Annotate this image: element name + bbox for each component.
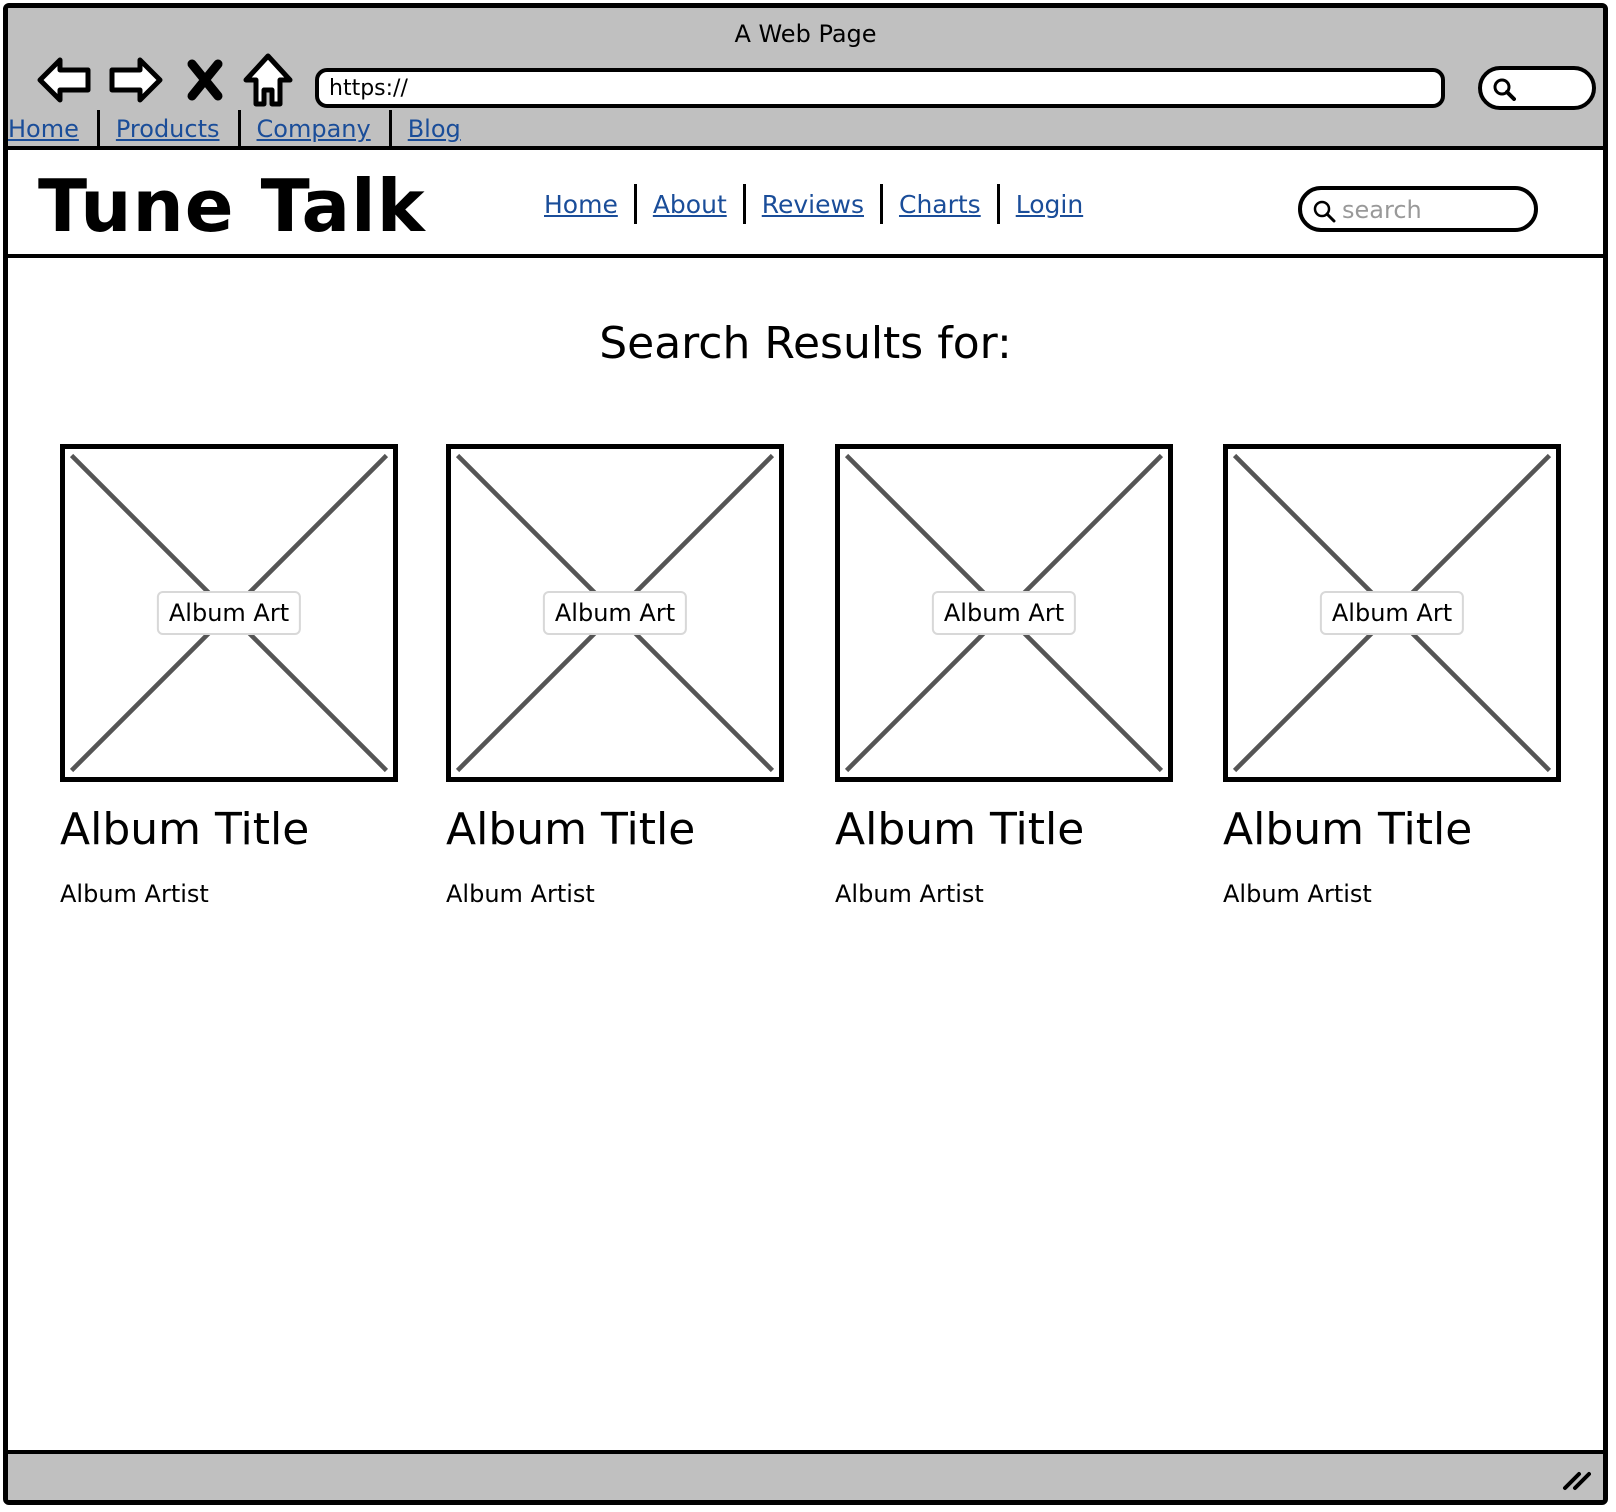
window-title: A Web Page (734, 20, 877, 48)
nav-about[interactable]: About (653, 190, 727, 219)
results-heading: Search Results for: (599, 318, 1012, 369)
browser-search-box[interactable] (1478, 66, 1596, 110)
site-logo[interactable]: Tune Talk (38, 166, 426, 246)
separator (388, 110, 392, 148)
album-artist: Album Artist (60, 880, 209, 908)
browser-chrome: A Web Page Home Products Company Blog (8, 8, 1603, 150)
album-card[interactable]: Album Art Album Title Album Artist (446, 444, 786, 908)
search-icon (1492, 77, 1516, 101)
nav-reviews[interactable]: Reviews (762, 190, 864, 219)
separator (996, 184, 1000, 224)
url-input[interactable] (315, 68, 1445, 108)
browser-window: A Web Page Home Products Company Blog (3, 3, 1608, 1505)
status-bar (8, 1450, 1603, 1500)
site-search-input[interactable] (1340, 194, 1524, 226)
search-icon (1312, 199, 1336, 223)
album-art-label: Album Art (931, 591, 1077, 635)
site-nav: Home About Reviews Charts Login (544, 182, 1083, 226)
site-header: Tune Talk Home About Reviews Charts Logi… (8, 150, 1603, 258)
browser-bookmarks: Home Products Company Blog (8, 110, 461, 148)
bookmark-company[interactable]: Company (257, 115, 371, 143)
album-title[interactable]: Album Title (60, 804, 400, 856)
album-art-label: Album Art (542, 591, 688, 635)
album-artist: Album Artist (446, 880, 595, 908)
back-arrow-icon[interactable] (34, 50, 94, 110)
bookmark-blog[interactable]: Blog (408, 115, 461, 143)
separator (879, 184, 883, 224)
home-icon[interactable] (238, 50, 298, 110)
album-artist: Album Artist (835, 880, 984, 908)
album-art-placeholder[interactable]: Album Art (835, 444, 1173, 782)
bookmark-home[interactable]: Home (8, 115, 79, 143)
album-title[interactable]: Album Title (1223, 804, 1563, 856)
nav-charts[interactable]: Charts (899, 190, 981, 219)
album-art-label: Album Art (156, 591, 302, 635)
album-card[interactable]: Album Art Album Title Album Artist (835, 444, 1175, 908)
album-title[interactable]: Album Title (446, 804, 786, 856)
nav-home[interactable]: Home (544, 190, 618, 219)
album-art-placeholder[interactable]: Album Art (446, 444, 784, 782)
album-art-placeholder[interactable]: Album Art (60, 444, 398, 782)
nav-login[interactable]: Login (1016, 190, 1083, 219)
album-art-placeholder[interactable]: Album Art (1223, 444, 1561, 782)
close-icon[interactable] (180, 50, 230, 110)
separator (237, 110, 241, 148)
album-card[interactable]: Album Art Album Title Album Artist (60, 444, 400, 908)
album-title[interactable]: Album Title (835, 804, 1175, 856)
separator (742, 184, 746, 224)
album-card[interactable]: Album Art Album Title Album Artist (1223, 444, 1563, 908)
album-art-label: Album Art (1319, 591, 1465, 635)
separator (96, 110, 100, 148)
site-search-box (1298, 186, 1538, 232)
bookmark-products[interactable]: Products (116, 115, 220, 143)
separator (633, 184, 637, 224)
resize-grip-icon[interactable] (1561, 1466, 1591, 1492)
forward-arrow-icon[interactable] (106, 50, 166, 110)
album-artist: Album Artist (1223, 880, 1372, 908)
